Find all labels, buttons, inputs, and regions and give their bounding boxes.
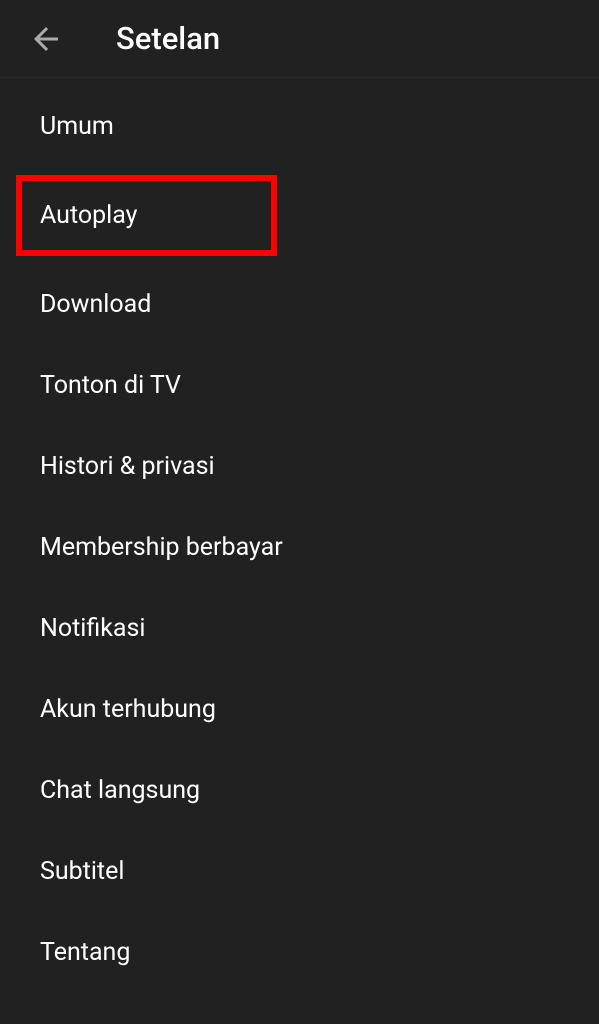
settings-item-membership-berbayar[interactable]: Membership berbayar — [0, 507, 599, 588]
settings-item-label: Tentang — [40, 938, 130, 967]
settings-item-label: Histori & privasi — [40, 452, 215, 481]
settings-item-tonton-di-tv[interactable]: Tonton di TV — [0, 345, 599, 426]
settings-item-label: Download — [40, 290, 151, 319]
settings-item-label: Tonton di TV — [40, 371, 181, 400]
settings-item-notifikasi[interactable]: Notifikasi — [0, 588, 599, 669]
settings-item-histori-privasi[interactable]: Histori & privasi — [0, 426, 599, 507]
settings-item-chat-langsung[interactable]: Chat langsung — [0, 750, 599, 831]
settings-item-label: Membership berbayar — [40, 533, 283, 562]
settings-item-umum[interactable]: Umum — [0, 86, 599, 167]
settings-item-label: Subtitel — [40, 857, 124, 886]
settings-item-label: Umum — [40, 112, 114, 141]
settings-item-akun-terhubung[interactable]: Akun terhubung — [0, 669, 599, 750]
settings-item-label: Autoplay — [40, 201, 138, 230]
settings-item-download[interactable]: Download — [0, 264, 599, 345]
settings-list: Umum Autoplay Download Tonton di TV Hist… — [0, 78, 599, 993]
settings-item-subtitel[interactable]: Subtitel — [0, 831, 599, 912]
settings-item-label: Akun terhubung — [40, 695, 216, 724]
settings-item-autoplay[interactable]: Autoplay — [16, 175, 277, 256]
settings-item-label: Chat langsung — [40, 776, 200, 805]
settings-item-label: Notifikasi — [40, 614, 145, 643]
page-title: Setelan — [116, 20, 220, 57]
header: Setelan — [0, 0, 599, 78]
settings-item-tentang[interactable]: Tentang — [0, 912, 599, 993]
back-arrow-icon[interactable] — [28, 21, 64, 57]
